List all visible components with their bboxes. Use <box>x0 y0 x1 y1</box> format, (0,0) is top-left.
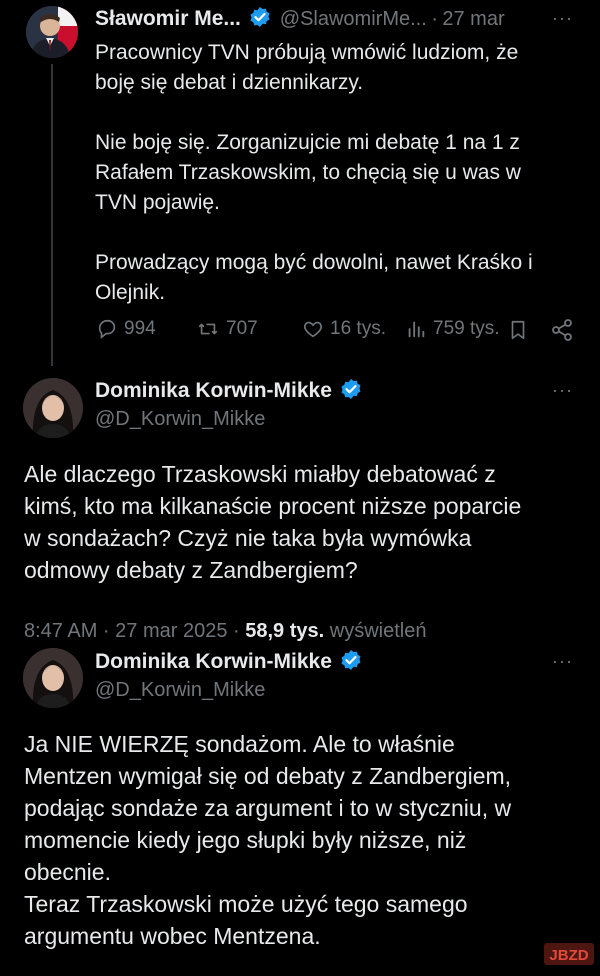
text-line: Nie boję się. Zorganizujcie mi debatę 1 … <box>95 131 520 154</box>
views-count: 759 tys. <box>433 318 500 339</box>
tweet-timestamp[interactable]: 8:47 AM · 27 mar 2025 · <box>24 620 240 642</box>
like-button[interactable]: 16 tys. <box>302 318 386 340</box>
more-options-icon[interactable]: ··· <box>552 651 573 672</box>
text-line: kimś, kto ma kilkanaście procent niższe … <box>24 493 522 519</box>
share-icon[interactable] <box>550 318 574 347</box>
bookmark-icon[interactable] <box>507 318 529 347</box>
author-handle[interactable]: @D_Korwin_Mikke <box>95 408 265 431</box>
tweet2-text: Ale dlaczego Trzaskowski miałby debatowa… <box>24 458 584 586</box>
verified-badge-icon <box>340 649 362 671</box>
more-options-icon[interactable]: ··· <box>552 380 573 401</box>
tweet1-text: Pracownicy TVN próbują wmówić ludziom, ż… <box>95 38 575 308</box>
tweet3-text: Ja NIE WIERZĘ sondażom. Ale to właśnie M… <box>24 728 584 952</box>
tweet-meta: 8:47 AM · 27 mar 2025 · 58,9 tys. wyświe… <box>24 620 426 643</box>
text-line: argumentu wobec Mentzena. <box>24 923 321 949</box>
reply-button[interactable]: 994 <box>96 318 156 340</box>
text-line: Teraz Trzaskowski może użyć tego samego <box>24 891 468 917</box>
repost-icon <box>198 323 218 335</box>
reply-icon <box>98 319 116 339</box>
author-handle[interactable]: @D_Korwin_Mikke <box>95 679 265 702</box>
tweet-date[interactable]: 27 mar <box>442 8 504 30</box>
separator: · <box>431 8 438 30</box>
views-label: wyświetleń <box>329 620 427 642</box>
views-count: 58,9 tys. <box>245 620 325 642</box>
text-line <box>95 98 575 128</box>
text-line: boję się debat i dziennikarzy. <box>95 71 364 94</box>
text-line: Ja NIE WIERZĘ sondażom. Ale to właśnie <box>24 731 455 757</box>
tweet2-header: Dominika Korwin-Mikke <box>95 378 362 403</box>
text-line: momencie kiedy jego słupki były niższe, … <box>24 827 467 853</box>
like-count: 16 tys. <box>330 318 386 339</box>
watermark-text: JBZD <box>549 947 588 964</box>
text-line: Pracownicy TVN próbują wmówić ludziom, ż… <box>95 41 519 64</box>
author-name[interactable]: Sławomir Me... <box>95 7 241 30</box>
tweet1-header: Sławomir Me... @SlawomirMe... · 27 mar <box>95 6 575 32</box>
text-line: podając sondaże za argument i to w stycz… <box>24 795 512 821</box>
author-name[interactable]: Dominika Korwin-Mikke <box>95 650 332 673</box>
avatar[interactable] <box>26 6 78 58</box>
repost-button[interactable]: 707 <box>196 318 258 340</box>
text-line: TVN pojawię. <box>95 191 220 214</box>
text-line <box>95 218 575 248</box>
text-line: Mentzen wymigał się od debaty z Zandberg… <box>24 763 512 789</box>
more-options-icon[interactable]: ··· <box>552 8 573 29</box>
like-icon <box>303 321 323 338</box>
views-icon <box>408 321 425 338</box>
text-line: Olejnik. <box>95 281 166 304</box>
author-handle[interactable]: @SlawomirMe... <box>280 8 427 30</box>
jbzd-watermark: JBZD <box>543 940 595 968</box>
thread-line <box>51 64 53 366</box>
avatar[interactable] <box>23 378 83 438</box>
text-line: Ale dlaczego Trzaskowski miałby debatowa… <box>24 461 496 487</box>
text-line: Prowadzący mogą być dowolni, nawet Kraśk… <box>95 251 533 274</box>
verified-badge-icon <box>340 378 362 400</box>
tweet3-header: Dominika Korwin-Mikke <box>95 649 362 674</box>
repost-count: 707 <box>226 318 258 339</box>
views-button[interactable]: 759 tys. <box>405 318 500 340</box>
text-line: Rafałem Trzaskowskim, to chęcią się u wa… <box>95 161 521 184</box>
verified-badge-icon <box>249 6 271 28</box>
author-name[interactable]: Dominika Korwin-Mikke <box>95 379 332 402</box>
text-line: obecnie. <box>24 859 111 885</box>
avatar[interactable] <box>23 648 83 708</box>
text-line: odmowy debaty z Zandbergiem? <box>24 557 358 583</box>
reply-count: 994 <box>124 318 156 339</box>
text-line: w sondażach? Czyż nie taka była wymówka <box>24 525 472 551</box>
